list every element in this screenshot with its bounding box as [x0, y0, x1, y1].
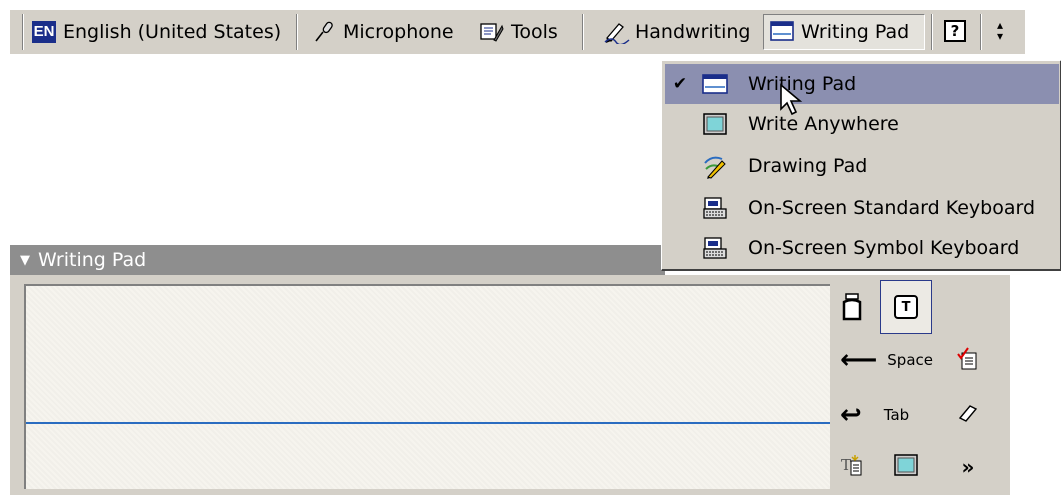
ink-mode-button[interactable] — [832, 287, 872, 331]
insert-text-button[interactable]: T — [832, 447, 872, 487]
handwriting-label: Handwriting — [635, 21, 751, 43]
menu-item-drawing-pad[interactable]: Drawing Pad — [665, 146, 1059, 186]
menu-item-label: On-Screen Standard Keyboard — [748, 197, 1036, 219]
svg-text:T: T — [841, 456, 851, 474]
mouse-pointer-icon — [779, 83, 807, 121]
writing-pad-icon — [695, 73, 735, 95]
separator — [296, 14, 298, 50]
enter-arrow-icon: ↩ — [840, 400, 862, 430]
collapse-arrow-icon[interactable]: ▼ — [20, 253, 30, 268]
writing-baseline — [26, 422, 830, 424]
tab-button[interactable]: ↩ Tab — [832, 395, 942, 435]
write-anywhere-icon — [695, 113, 735, 135]
keyboard-icon — [695, 197, 735, 219]
microphone-icon — [312, 20, 336, 44]
microphone-label: Microphone — [343, 21, 454, 43]
options-arrow-icon: ▴ ▾ — [996, 18, 1004, 43]
language-code-badge: EN — [32, 21, 56, 43]
language-bar: EN English (United States) Microphone To… — [0, 0, 1061, 64]
menu-item-symbol-keyboard[interactable]: On-Screen Symbol Keyboard — [665, 228, 1059, 268]
space-label: Space — [887, 351, 933, 369]
writing-pad-label: Writing Pad — [801, 21, 910, 43]
ink-bottle-icon — [840, 292, 864, 326]
writing-pad-body: T ⟵ Space ↩ Tab T » — [10, 275, 1010, 495]
menu-item-label: Drawing Pad — [748, 155, 868, 177]
help-icon: ? — [944, 20, 966, 42]
drawing-pad-icon — [695, 153, 735, 179]
menu-item-standard-keyboard[interactable]: On-Screen Standard Keyboard — [665, 188, 1059, 228]
handwriting-button[interactable]: Handwriting — [604, 14, 751, 50]
correction-list-button[interactable] — [950, 343, 986, 379]
double-chevron-icon: » — [961, 455, 975, 479]
separator — [931, 14, 933, 50]
separator — [22, 14, 24, 50]
input-tool-menu: ✔ Writing Pad Write Anywhere Drawing Pad… — [661, 60, 1061, 271]
expand-button[interactable]: » — [950, 447, 986, 487]
options-menu-button[interactable]: ▴ ▾ — [990, 15, 1010, 47]
menu-item-label: On-Screen Symbol Keyboard — [748, 237, 1020, 259]
space-button[interactable]: ⟵ Space — [832, 340, 942, 380]
eraser-icon — [957, 403, 979, 427]
text-mode-icon: T — [894, 295, 918, 319]
separator — [582, 14, 584, 50]
left-arrow-icon: ⟵ — [840, 345, 878, 375]
tab-label: Tab — [883, 406, 910, 424]
handwriting-pen-icon — [604, 20, 630, 46]
menu-item-label: Write Anywhere — [748, 113, 899, 135]
writing-pad-icon — [770, 20, 794, 44]
text-mode-glyph: T — [901, 299, 911, 315]
insert-text-icon: T — [840, 453, 864, 481]
keyboard-icon — [695, 237, 735, 259]
write-anywhere-icon — [894, 454, 918, 480]
language-label: English (United States) — [63, 21, 282, 43]
language-button[interactable]: EN English (United States) — [32, 14, 281, 50]
menu-item-write-anywhere[interactable]: Write Anywhere — [665, 104, 1059, 144]
tools-label: Tools — [511, 21, 558, 43]
writing-pad-title-bar[interactable]: ▼ Writing Pad — [10, 245, 665, 275]
writing-pad-button[interactable]: Writing Pad — [763, 14, 925, 50]
erase-button[interactable] — [950, 397, 986, 433]
tools-icon — [480, 20, 504, 44]
checkmark-icon: ✔ — [672, 74, 688, 94]
menu-item-writing-pad[interactable]: ✔ Writing Pad — [665, 64, 1059, 104]
write-anywhere-button[interactable] — [886, 447, 926, 487]
writing-pad-title: Writing Pad — [38, 249, 147, 271]
microphone-button[interactable]: Microphone — [312, 14, 454, 50]
tools-button[interactable]: Tools — [480, 14, 558, 50]
checklist-icon — [957, 347, 979, 375]
text-mode-button[interactable]: T — [880, 280, 932, 334]
help-button[interactable]: ? — [940, 15, 970, 47]
handwriting-input-area[interactable] — [24, 284, 830, 489]
separator — [980, 14, 982, 50]
